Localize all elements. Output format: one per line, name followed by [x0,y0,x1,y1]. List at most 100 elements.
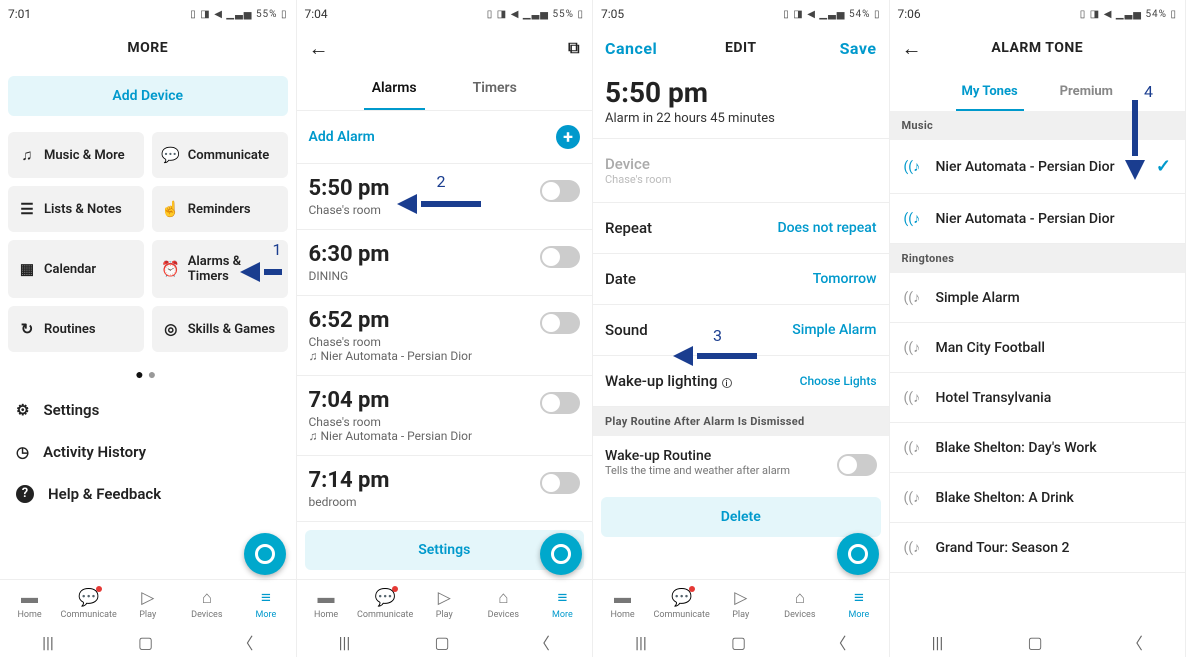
tone-row-4[interactable]: ((♪Blake Shelton: A Drink [890,473,1186,523]
row-settings[interactable]: ⚙Settings [0,389,296,431]
alarm-toggle[interactable] [540,472,580,494]
alarm-toggle[interactable] [540,312,580,334]
alarm-time[interactable]: 5:50 pm [593,68,889,111]
page-title: MORE [127,40,168,56]
tile-alarms-timers[interactable]: ⏰Alarms & Timers [152,240,288,298]
back-arrow-icon[interactable]: ← [902,36,923,61]
annotation-1: 1 [273,240,282,259]
nav-play[interactable]: ▷Play [711,580,770,627]
tab-timers[interactable]: Timers [465,68,525,110]
row-sound[interactable]: Sound Simple Alarm [593,305,889,356]
row-help-feedback[interactable]: ?Help & Feedback [0,473,296,515]
status-time: 7:01 [8,7,31,21]
add-device-button[interactable]: Add Device [8,76,288,116]
nav-communicate[interactable]: 💬Communicate [356,580,415,627]
clock-icon: ◷ [16,443,29,461]
save-button[interactable]: Save [840,39,877,58]
alarm-row-4[interactable]: 7:14 pmbedroom [297,456,593,522]
home-button[interactable]: ▢ [731,633,746,652]
gear-icon: ⚙ [16,401,29,419]
nav-devices[interactable]: ⌂Devices [770,580,829,627]
status-time: 7:06 [898,7,921,21]
music-note-icon: ((♪ [904,158,924,175]
row-repeat[interactable]: Repeat Does not repeat [593,203,889,254]
alarm-row-2[interactable]: 6:52 pmChase's roomNier Automata - Persi… [297,296,593,376]
alarm-row-1[interactable]: 6:30 pmDINING [297,230,593,296]
back-button[interactable]: 〈 [830,630,846,654]
routine-toggle[interactable] [837,454,877,476]
tile-skills-games[interactable]: ◎Skills & Games [152,306,288,352]
tile-communicate[interactable]: 💬Communicate [152,132,288,178]
back-button[interactable]: 〈 [534,630,550,654]
nav-play[interactable]: ▷Play [415,580,474,627]
row-wake-lighting[interactable]: Wake-up lightingi Choose Lights [593,356,889,407]
routines-icon: ↻ [18,320,36,338]
info-icon: i [722,378,732,388]
row-date[interactable]: Date Tomorrow [593,254,889,305]
alexa-ring-icon [551,544,571,564]
recents-button[interactable]: ||| [339,633,351,652]
back-arrow-icon[interactable]: ← [309,36,330,61]
tone-row-0[interactable]: ((♪Simple Alarm [890,273,1186,323]
tone-row-5[interactable]: ((♪Grand Tour: Season 2 [890,523,1186,573]
nav-more[interactable]: ≡More [829,580,888,627]
home-button[interactable]: ▢ [138,633,153,652]
row-wake-routine[interactable]: Wake-up Routine Tells the time and weath… [593,436,889,489]
tone-row-1[interactable]: ((♪Man City Football [890,323,1186,373]
nav-communicate[interactable]: 💬Communicate [652,580,711,627]
devices-icon: ⌂ [202,588,212,608]
nav-more[interactable]: ≡More [236,580,295,627]
skills-icon: ◎ [162,320,180,338]
screen-alarms: 7:04 ▯ ◨ ◀ ▁▃▅ 55% ▯ ← ⧉ Alarms Timers A… [297,0,594,657]
nav-home[interactable]: ▬Home [0,580,59,627]
title-bar: Cancel EDIT Save [593,28,889,68]
tone-row-music-0[interactable]: ((♪ Nier Automata - Persian Dior ✓ [890,140,1186,194]
nav-communicate[interactable]: 💬Communicate [59,580,118,627]
tile-music-more[interactable]: ♫Music & More [8,132,144,178]
alarm-toggle[interactable] [540,246,580,268]
add-alarm-row[interactable]: Add Alarm + [297,111,593,164]
multiselect-icon[interactable]: ⧉ [568,38,580,58]
alexa-fab[interactable] [540,533,582,575]
tab-premium[interactable]: Premium [1054,74,1119,111]
play-icon: ▷ [141,588,154,608]
alarm-toggle[interactable] [540,180,580,202]
nav-devices[interactable]: ⌂Devices [177,580,236,627]
page-title: EDIT [725,40,757,56]
tone-row-music-1[interactable]: ((♪ Nier Automata - Persian Dior [890,194,1186,244]
help-icon: ? [16,485,34,503]
nav-home[interactable]: ▬Home [593,580,652,627]
tile-calendar[interactable]: ▦Calendar [8,240,144,298]
nav-play[interactable]: ▷Play [118,580,177,627]
tab-my-tones[interactable]: My Tones [956,74,1024,111]
music-note-icon: ((♪ [904,339,924,356]
tone-row-3[interactable]: ((♪Blake Shelton: Day's Work [890,423,1186,473]
page-dots: ●● [0,360,296,389]
tile-lists-notes[interactable]: ☰Lists & Notes [8,186,144,232]
alarm-row-3[interactable]: 7:04 pmChase's roomNier Automata - Persi… [297,376,593,456]
tab-alarms[interactable]: Alarms [364,68,425,110]
nav-home[interactable]: ▬Home [297,580,356,627]
recents-button[interactable]: ||| [635,633,647,652]
title-bar: ← ALARM TONE [890,28,1186,68]
home-button[interactable]: ▢ [435,633,450,652]
recents-button[interactable]: ||| [42,633,54,652]
nav-more[interactable]: ≡More [533,580,592,627]
alexa-fab[interactable] [244,533,286,575]
alarm-toggle[interactable] [540,392,580,414]
tile-routines[interactable]: ↻Routines [8,306,144,352]
cancel-button[interactable]: Cancel [605,39,657,58]
tile-reminders[interactable]: ☝Reminders [152,186,288,232]
music-note-icon: ((♪ [904,289,924,306]
home-button[interactable]: ▢ [1028,633,1043,652]
calendar-icon: ▦ [18,260,36,278]
back-button[interactable]: 〈 [1127,630,1143,654]
row-activity-history[interactable]: ◷Activity History [0,431,296,473]
recents-button[interactable]: ||| [932,633,944,652]
delete-button[interactable]: Delete [601,497,881,537]
back-button[interactable]: 〈 [237,630,253,654]
alexa-fab[interactable] [837,533,879,575]
tone-row-2[interactable]: ((♪Hotel Transylvania [890,373,1186,423]
plus-icon[interactable]: + [556,125,580,149]
nav-devices[interactable]: ⌂Devices [474,580,533,627]
